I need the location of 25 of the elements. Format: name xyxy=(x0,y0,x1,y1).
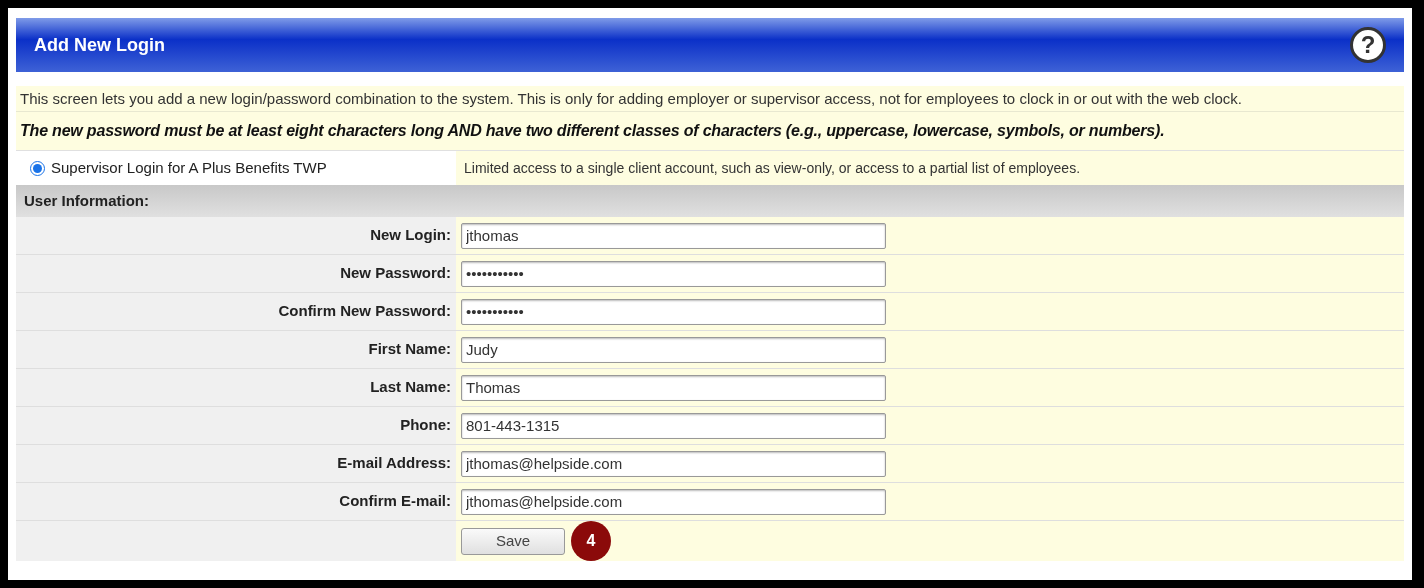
input-field[interactable]: Thomas xyxy=(461,374,886,401)
window-title: Add New Login xyxy=(34,33,165,57)
intro-text: This screen lets you add a new login/password combination to the system. This is only for adding employer or supervisor access, not for employees to clock in or out with the web clock. xyxy=(19,89,1243,109)
field-label: Confirm New Password: xyxy=(278,301,451,322)
field-label: Phone: xyxy=(400,415,451,436)
input-field[interactable]: ••••••••••• xyxy=(461,260,886,287)
field-label: New Password: xyxy=(340,263,451,284)
input-field[interactable]: 801-443-1315 xyxy=(461,412,886,439)
input-field[interactable]: jthomas xyxy=(461,222,886,249)
input-field[interactable]: ••••••••••• xyxy=(461,298,886,325)
help-button[interactable]: ? xyxy=(1350,27,1386,63)
field-label: New Login: xyxy=(370,225,451,246)
input-field[interactable]: jthomas@helpside.com xyxy=(461,488,886,515)
input-field[interactable]: jthomas@helpside.com xyxy=(461,450,886,477)
step-badge: 4 xyxy=(571,521,611,561)
save-button[interactable]: Save xyxy=(461,527,565,555)
login-type-description: Limited access to a single client account, such as view-only, or access to a partial list of employees. xyxy=(463,158,1082,178)
input-field[interactable]: Judy xyxy=(461,336,886,363)
field-label: E-mail Address: xyxy=(337,453,451,474)
section-title: User Information: xyxy=(24,190,149,211)
field-label: Confirm E-mail: xyxy=(339,491,451,512)
field-label: First Name: xyxy=(368,339,451,360)
password-rule-text: The new password must be at least eight characters long AND have two different classes of characters (e.g., uppercase, lowercase, symbols, or numbers). xyxy=(16,111,1404,150)
radio-button[interactable] xyxy=(30,160,45,176)
field-label: Last Name: xyxy=(370,377,451,398)
